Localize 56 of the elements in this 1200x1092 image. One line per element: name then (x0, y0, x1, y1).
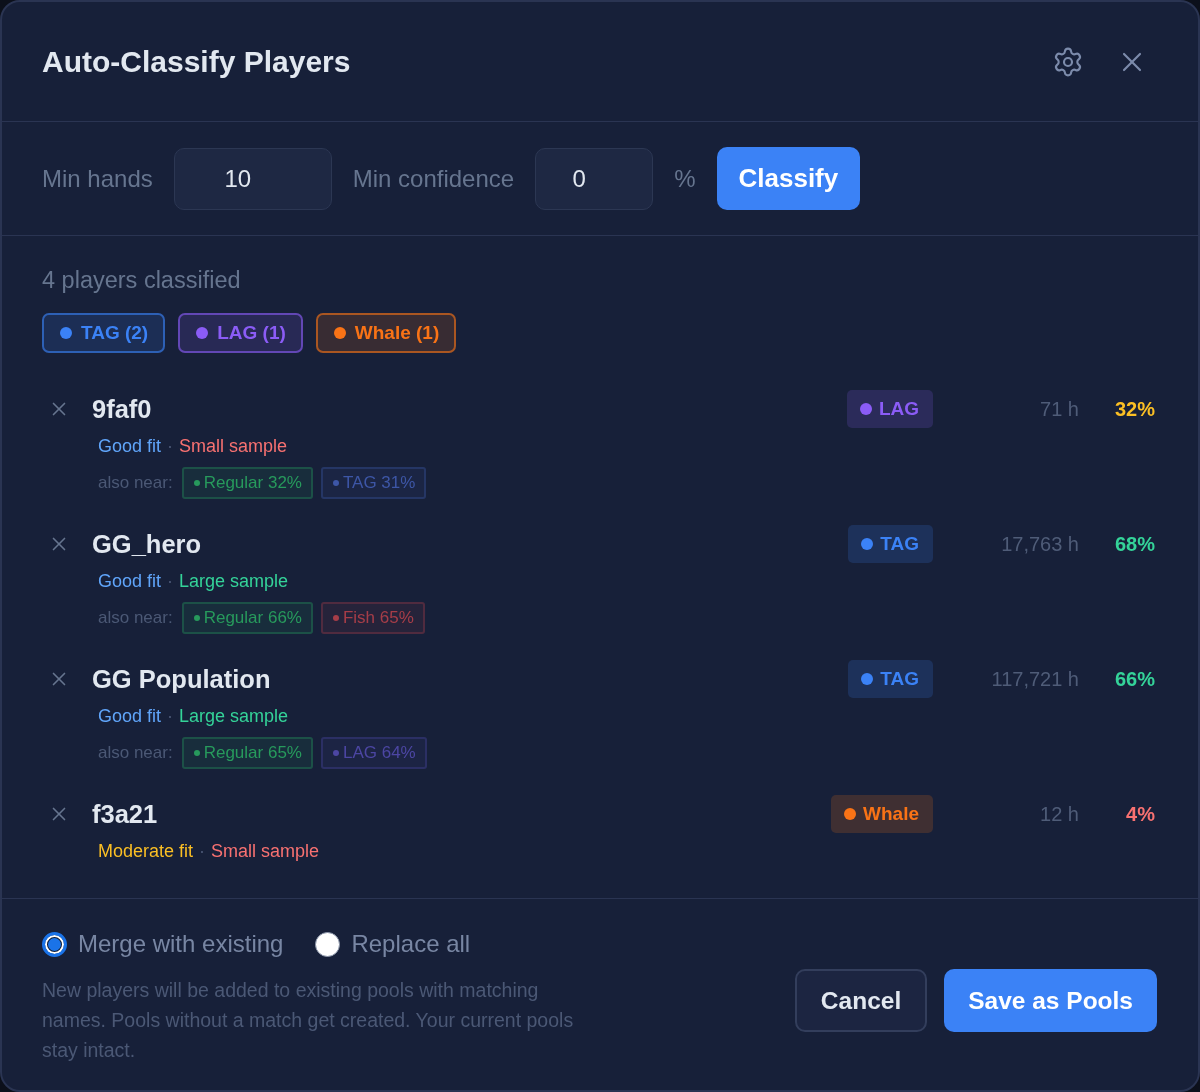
fit-label: Good fit (98, 435, 162, 458)
class-label: LAG (878, 398, 919, 420)
dialog-title: Auto-Classify Players (42, 44, 351, 79)
category-label: TAG (2) (81, 322, 149, 344)
hours-text: 17,763 h (1001, 532, 1079, 557)
radio-button[interactable] (315, 931, 341, 957)
player-name: GG_hero (92, 529, 203, 560)
radio-label: Merge with existing (78, 930, 284, 958)
confidence-text: 68% (1114, 532, 1155, 557)
number-input[interactable]: 0 (535, 147, 654, 210)
separator-text: · (199, 840, 206, 863)
sample-label: Small sample (211, 840, 320, 863)
unit-label: % (674, 164, 696, 193)
hours-text: 71 h (1040, 397, 1079, 422)
similar-class-label: LAG 64% (342, 743, 416, 763)
classify-button[interactable]: Classify (716, 147, 861, 210)
category-label: Whale (1) (354, 322, 440, 344)
sample-label: Large sample (179, 570, 289, 593)
also-near-label: also near: (98, 743, 173, 763)
description-text: New players will be added to existing pools with matching names. Pools without a match get created. Your current pools stay intact. (42, 978, 575, 1063)
settings-icon (1052, 45, 1084, 78)
similar-class-label: Regular 65% (203, 743, 302, 763)
summary-text: 4 players classified (42, 266, 242, 294)
class-label: TAG (880, 668, 919, 690)
fit-label: Moderate fit (98, 840, 194, 863)
save-button[interactable]: Save as Pools (944, 969, 1157, 1032)
hours-text: 117,721 h (991, 667, 1079, 692)
filter-label: Min confidence (352, 164, 515, 193)
separator-text: · (167, 705, 174, 728)
confidence-text: 4% (1126, 802, 1155, 827)
similar-class-label: Regular 66% (203, 608, 302, 628)
separator-text: · (167, 570, 174, 593)
also-near-label: also near: (98, 473, 173, 493)
number-input[interactable]: 10 (173, 147, 332, 210)
fit-label: Good fit (98, 570, 162, 593)
category-label: LAG (1) (217, 322, 286, 344)
player-name: 9faf0 (92, 394, 153, 425)
player-name: GG Population (92, 664, 272, 695)
fit-label: Good fit (98, 705, 162, 728)
filter-label: Min hands (42, 164, 153, 193)
radio-button[interactable] (42, 931, 67, 957)
cancel-button[interactable]: Cancel (794, 969, 928, 1032)
confidence-text: 66% (1114, 667, 1155, 692)
player-name: f3a21 (92, 799, 159, 830)
sample-label: Large sample (179, 705, 289, 728)
also-near-label: also near: (98, 608, 173, 628)
confidence-text: 32% (1114, 397, 1155, 422)
similar-class-label: Fish 65% (342, 608, 414, 628)
sample-label: Small sample (179, 435, 288, 458)
similar-class-label: Regular 32% (203, 473, 302, 493)
class-label: Whale (863, 803, 919, 825)
separator-text: · (167, 435, 174, 458)
similar-class-label: TAG 31% (342, 473, 416, 493)
radio-label: Replace all (351, 930, 471, 958)
hours-text: 12 h (1040, 802, 1079, 827)
class-label: TAG (880, 533, 919, 555)
